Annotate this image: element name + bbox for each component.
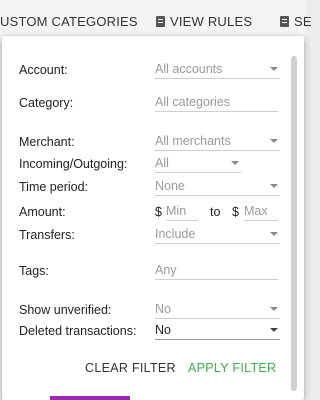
deleted-transactions-value: No <box>155 323 171 337</box>
background-button-edge <box>50 396 130 400</box>
time-period-row: Time period: None <box>2 177 292 199</box>
deleted-transactions-select[interactable]: No <box>155 321 280 340</box>
deleted-transactions-row: Deleted transactions: No <box>2 321 292 343</box>
amount-min-placeholder: Min <box>166 204 187 218</box>
category-label: Category: <box>19 96 74 110</box>
currency-symbol: $ <box>232 205 239 219</box>
merchant-select[interactable]: All merchants <box>155 132 280 151</box>
incoming-outgoing-label: Incoming/Outgoing: <box>19 157 128 171</box>
transfers-row: Transfers: Include <box>2 225 292 247</box>
amount-to-label: to <box>210 205 221 219</box>
transfers-select[interactable]: Include <box>155 225 280 244</box>
time-period-label: Time period: <box>19 180 89 194</box>
incoming-outgoing-select[interactable]: All <box>155 154 241 173</box>
merchant-label: Merchant: <box>19 135 75 149</box>
amount-max-input[interactable]: Max <box>244 202 278 221</box>
amount-min-input[interactable]: Min <box>166 202 198 221</box>
clear-filter-button[interactable]: CLEAR FILTER <box>85 361 176 375</box>
transfers-value: Include <box>155 227 196 241</box>
custom-categories-tab[interactable]: USTOM CATEGORIES <box>0 14 138 29</box>
view-rules-button[interactable]: VIEW RULES <box>156 14 252 29</box>
category-row: Category: All categories <box>2 93 292 115</box>
chevron-down-icon <box>270 184 278 188</box>
view-rules-label: VIEW RULES <box>170 14 253 29</box>
incoming-outgoing-row: Incoming/Outgoing: All <box>2 154 292 176</box>
transfers-label: Transfers: <box>19 228 75 242</box>
category-value: All categories <box>155 95 231 109</box>
chevron-down-icon <box>270 307 278 311</box>
show-unverified-label: Show unverified: <box>19 303 112 317</box>
chevron-down-icon <box>231 161 239 165</box>
account-label: Account: <box>19 63 68 77</box>
incoming-outgoing-value: All <box>155 156 169 170</box>
merchant-row: Merchant: All merchants <box>2 132 292 154</box>
scrollbar[interactable] <box>291 56 297 391</box>
account-value: All accounts <box>155 62 223 76</box>
rules-icon <box>156 16 165 27</box>
account-row: Account: All accounts <box>2 60 292 82</box>
apply-filter-button[interactable]: APPLY FILTER <box>188 361 276 375</box>
deleted-transactions-label: Deleted transactions: <box>19 324 137 338</box>
tags-label: Tags: <box>19 264 49 278</box>
filter-panel: Account: All accounts Category: All cate… <box>2 36 304 400</box>
settings-button[interactable]: SE <box>280 14 312 29</box>
time-period-select[interactable]: None <box>155 177 280 196</box>
tags-value: Any <box>155 263 177 277</box>
time-period-value: None <box>155 179 185 193</box>
merchant-value: All merchants <box>155 134 231 148</box>
chevron-down-icon <box>270 328 278 332</box>
amount-label: Amount: <box>19 205 66 219</box>
amount-max-placeholder: Max <box>244 204 268 218</box>
tags-input[interactable]: Any <box>155 261 278 280</box>
show-unverified-value: No <box>155 302 171 316</box>
account-select[interactable]: All accounts <box>155 60 280 79</box>
category-input[interactable]: All categories <box>155 93 278 112</box>
chevron-down-icon <box>270 139 278 143</box>
show-unverified-select[interactable]: No <box>155 300 280 319</box>
settings-icon <box>280 16 289 27</box>
show-unverified-row: Show unverified: No <box>2 300 292 322</box>
settings-label: SE <box>294 14 312 29</box>
currency-symbol: $ <box>155 205 162 219</box>
tags-row: Tags: Any <box>2 261 292 283</box>
chevron-down-icon <box>270 67 278 71</box>
chevron-down-icon <box>270 232 278 236</box>
amount-row: Amount: $ Min to $ Max <box>2 202 292 224</box>
